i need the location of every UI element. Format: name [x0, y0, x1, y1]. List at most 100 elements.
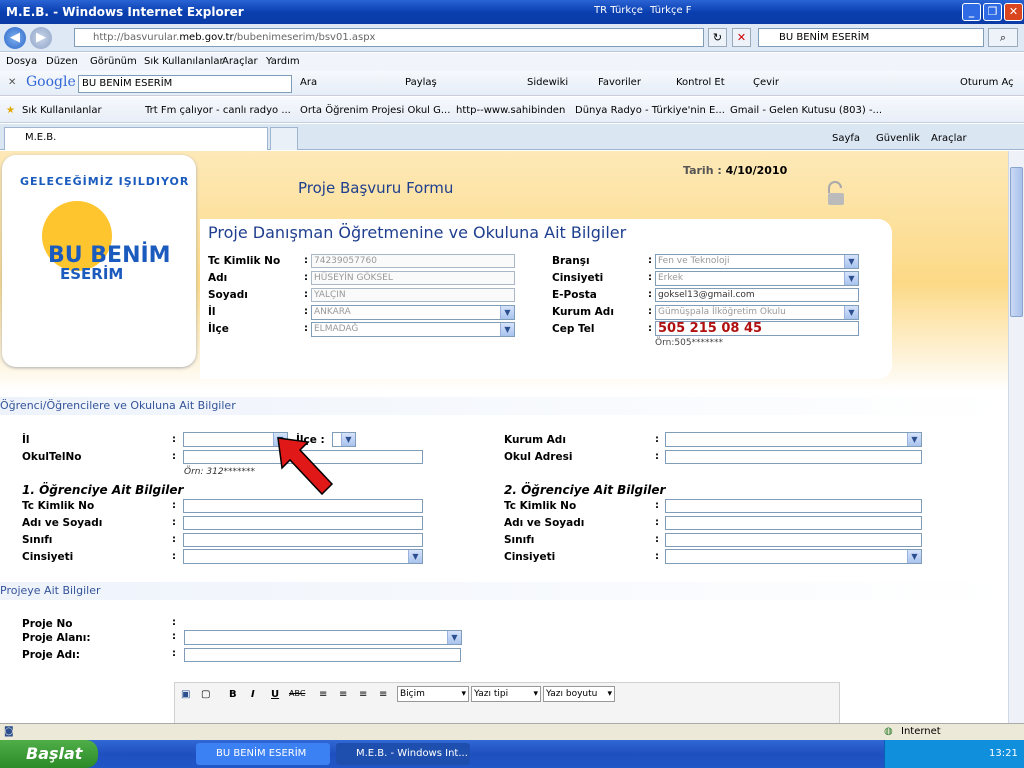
favorites-button[interactable]: Favoriler	[598, 77, 641, 88]
teacher-tc-input[interactable]: 74239057760	[311, 254, 515, 268]
google-toolbar: ✕ Google BU BENİM ESERİM Ara Paylaş Side…	[0, 71, 1024, 96]
lock-icon[interactable]	[824, 181, 848, 207]
school-address-input[interactable]	[665, 450, 922, 464]
gender-select[interactable]: Erkek ▼	[655, 271, 859, 286]
google-search-button[interactable]: Ara	[300, 77, 317, 88]
institution-select[interactable]: Gümüşpala İlköğretim Okulu ▼	[655, 305, 859, 320]
zone-label: Internet	[901, 726, 941, 737]
tab-active[interactable]: M.E.B.	[4, 127, 268, 150]
language-indicator[interactable]: TR Türkçe	[594, 5, 643, 16]
keyboard-indicator[interactable]: Türkçe F	[650, 5, 692, 16]
school-name-select[interactable]: ▼	[665, 432, 922, 447]
window-titlebar[interactable]: M.E.B. - Windows Internet Explorer TR Tü…	[0, 0, 1024, 24]
favorites-label[interactable]: Sık Kullanılanlar	[22, 105, 102, 116]
favorite-link[interactable]: Gmail - Gelen Kutusu (803) -...	[730, 105, 882, 116]
font-select[interactable]: Yazı tipi ▾	[471, 686, 541, 702]
stop-button[interactable]: ✕	[732, 28, 751, 47]
system-tray: 13:21	[884, 740, 1024, 768]
tools-menu[interactable]: Araçlar	[931, 133, 967, 144]
s2-name-label: Adı ve Soyadı	[504, 517, 585, 529]
page-menu[interactable]: Sayfa	[832, 133, 860, 144]
new-doc-icon[interactable]: ▢	[201, 689, 210, 700]
close-toolbar-icon[interactable]: ✕	[8, 77, 16, 88]
s2-name-input[interactable]	[665, 516, 922, 530]
teacher-surname-input[interactable]: YALÇIN	[311, 288, 515, 302]
font-size-select[interactable]: Yazı boyutu ▾	[543, 686, 615, 702]
favorite-link[interactable]: Trt Fm çalıyor - canlı radyo ...	[145, 105, 291, 116]
url-field[interactable]: http://basvurular.meb.gov.tr/bubenimeser…	[74, 28, 704, 47]
s1-gender-select[interactable]: ▼	[183, 549, 423, 564]
teacher-city-select[interactable]: ANKARA ▼	[311, 305, 515, 320]
strikethrough-button[interactable]: ABC	[289, 689, 305, 698]
start-button[interactable]: Başlat	[0, 740, 98, 768]
translate-button[interactable]: Çevir	[753, 77, 779, 88]
align-left-icon[interactable]: ≡	[319, 689, 327, 700]
tel-label: Cep Tel	[552, 323, 595, 335]
project-name-input[interactable]	[184, 648, 461, 662]
menu-araclar[interactable]: Araçlar	[222, 56, 258, 67]
share-button[interactable]: Paylaş	[405, 77, 437, 88]
forward-button[interactable]: ▶	[30, 27, 52, 49]
task-button[interactable]: BU BENİM ESERİM	[196, 743, 330, 765]
close-button[interactable]: ✕	[1004, 3, 1023, 21]
page-content: GELECEĞİMİZ IŞILDIYOR BU BENİM ESERİM Pr…	[0, 151, 1008, 723]
menu-gorunum[interactable]: Görünüm	[90, 56, 137, 67]
branch-select[interactable]: Fen ve Teknoloji ▼	[655, 254, 859, 269]
scrollbar-thumb[interactable]	[1010, 167, 1023, 317]
safety-menu[interactable]: Güvenlik	[876, 133, 920, 144]
underline-button[interactable]: U	[271, 689, 279, 700]
menu-duzen[interactable]: Düzen	[46, 56, 78, 67]
favorite-link[interactable]: Dünya Radyo - Türkiye'nin E...	[575, 105, 725, 116]
s1-name-label: Adı ve Soyadı	[22, 517, 103, 529]
menu-dosya[interactable]: Dosya	[6, 56, 37, 67]
s1-name-input[interactable]	[183, 516, 423, 530]
s2-class-input[interactable]	[665, 533, 922, 547]
favorite-link[interactable]: Orta Öğrenim Projesi Okul G...	[300, 105, 450, 116]
window-title: M.E.B. - Windows Internet Explorer	[6, 5, 244, 19]
format-select[interactable]: Biçim ▾	[397, 686, 469, 702]
student1-title: 1. Öğrenciye Ait Bilgiler	[22, 483, 184, 497]
menu-favorites[interactable]: Sık Kullanılanlar	[144, 56, 224, 67]
s1-tc-input[interactable]	[183, 499, 423, 513]
red-arrow-icon	[277, 437, 334, 496]
date-display: Tarih : 4/10/2010	[683, 164, 788, 177]
globe-icon: ◍	[884, 726, 893, 737]
sidewiki-button[interactable]: Sidewiki	[527, 77, 568, 88]
google-search-input[interactable]: BU BENİM ESERİM	[78, 75, 292, 93]
check-button[interactable]: Kontrol Et	[676, 77, 725, 88]
teacher-name-input[interactable]: HÜSEYİN GÖKSEL	[311, 271, 515, 285]
save-icon[interactable]: ▣	[181, 689, 190, 700]
ilce-label: İlçe	[208, 323, 229, 335]
maximize-button[interactable]: ❐	[983, 3, 1002, 21]
panel-title: Proje Danışman Öğretmenine ve Okuluna Ai…	[208, 223, 627, 242]
project-area-select[interactable]: ▼	[184, 630, 462, 645]
teacher-district-select[interactable]: ELMADAĞ ▼	[311, 322, 515, 337]
new-tab-button[interactable]	[270, 127, 298, 150]
favorite-link[interactable]: http--www.sahibinden	[456, 105, 565, 116]
justify-icon[interactable]: ≡	[379, 689, 387, 700]
s1-class-input[interactable]	[183, 533, 423, 547]
search-button[interactable]: ⌕	[988, 28, 1018, 47]
tc-label: Tc Kimlik No	[208, 255, 281, 267]
search-input[interactable]: BU BENİM ESERİM	[758, 28, 984, 47]
s2-class-label: Sınıfı	[504, 534, 535, 546]
email-field[interactable]: goksel13@gmail.com	[655, 288, 859, 302]
address-bar: ◀ ▶ http://basvurular.meb.gov.tr/bubenim…	[0, 24, 1024, 52]
vertical-scrollbar[interactable]	[1008, 151, 1024, 723]
back-button[interactable]: ◀	[4, 27, 26, 49]
signin-button[interactable]: Oturum Aç	[960, 77, 1014, 88]
menu-yardim[interactable]: Yardım	[266, 56, 300, 67]
ad-label: Adı	[208, 272, 228, 284]
minimize-button[interactable]: _	[962, 3, 981, 21]
italic-button[interactable]: I	[251, 689, 255, 700]
s2-tc-input[interactable]	[665, 499, 922, 513]
align-center-icon[interactable]: ≡	[339, 689, 347, 700]
phone-field[interactable]: 505 215 08 45	[655, 321, 859, 336]
refresh-button[interactable]: ↻	[708, 28, 727, 47]
phone-hint: Örn:505*******	[655, 338, 724, 348]
align-right-icon[interactable]: ≡	[359, 689, 367, 700]
s2-gender-select[interactable]: ▼	[665, 549, 922, 564]
bold-button[interactable]: B	[229, 689, 237, 700]
task-button[interactable]: M.E.B. - Windows Int...	[336, 743, 470, 765]
clock[interactable]: 13:21	[989, 748, 1018, 759]
